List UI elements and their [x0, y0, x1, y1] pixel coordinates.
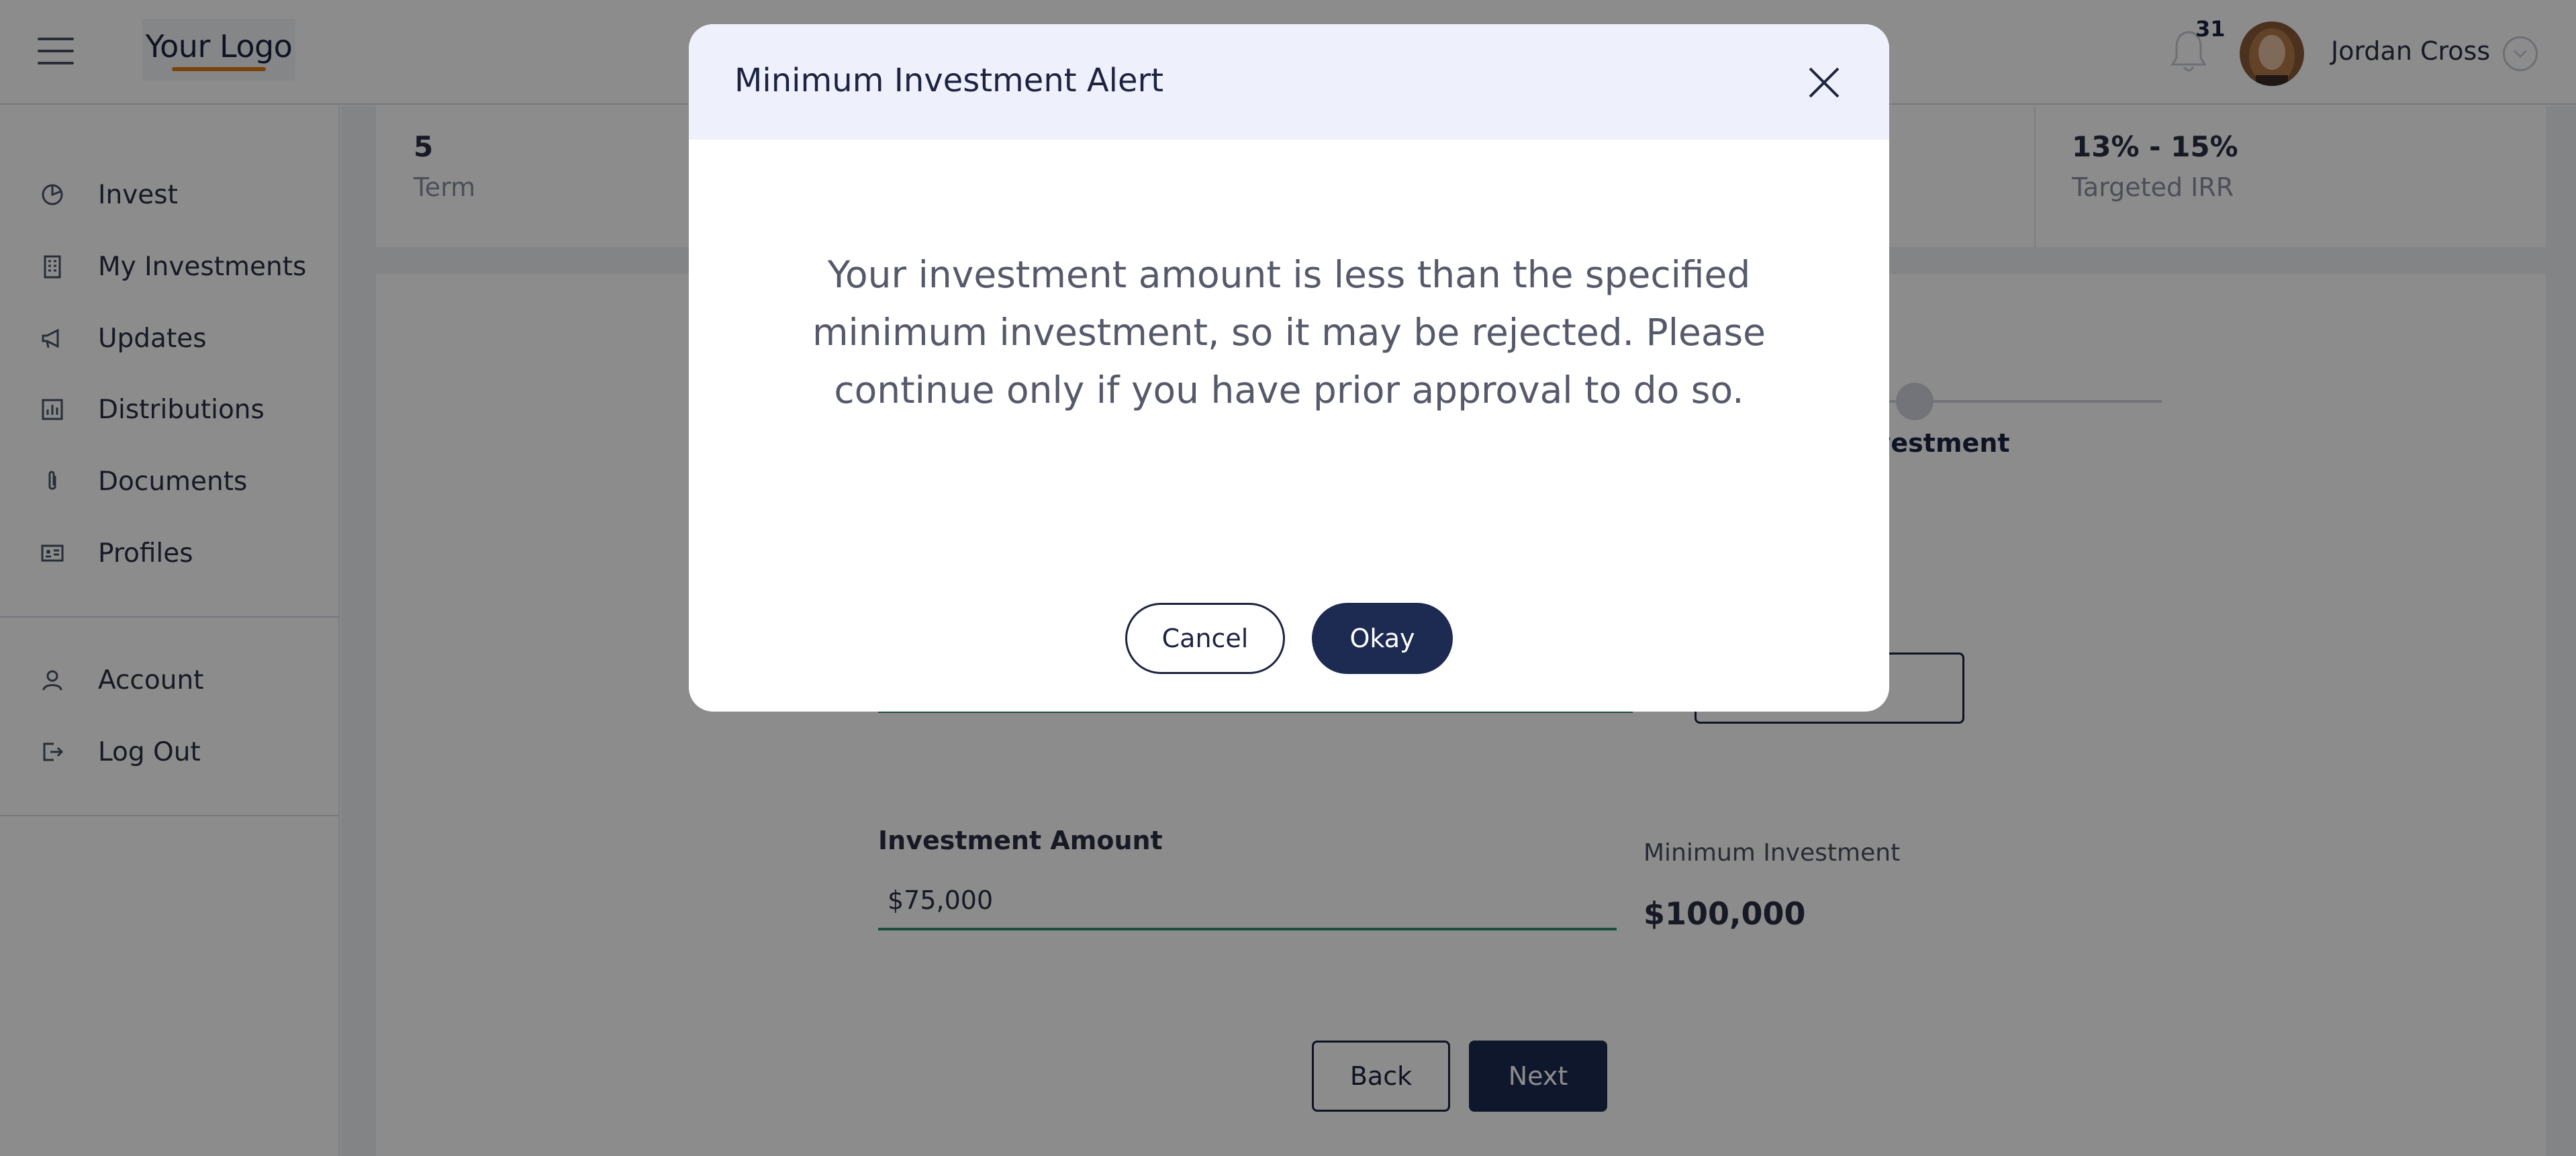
okay-button[interactable]: Okay — [1312, 603, 1453, 674]
modal-message: Your investment amount is less than the … — [812, 253, 1766, 412]
minimum-investment-alert-dialog: Minimum Investment Alert Your investment… — [689, 24, 1889, 712]
modal-header: Minimum Investment Alert — [689, 24, 1889, 140]
close-icon[interactable] — [1803, 62, 1845, 103]
cancel-button[interactable]: Cancel — [1125, 603, 1285, 674]
modal-title: Minimum Investment Alert — [734, 62, 1164, 99]
